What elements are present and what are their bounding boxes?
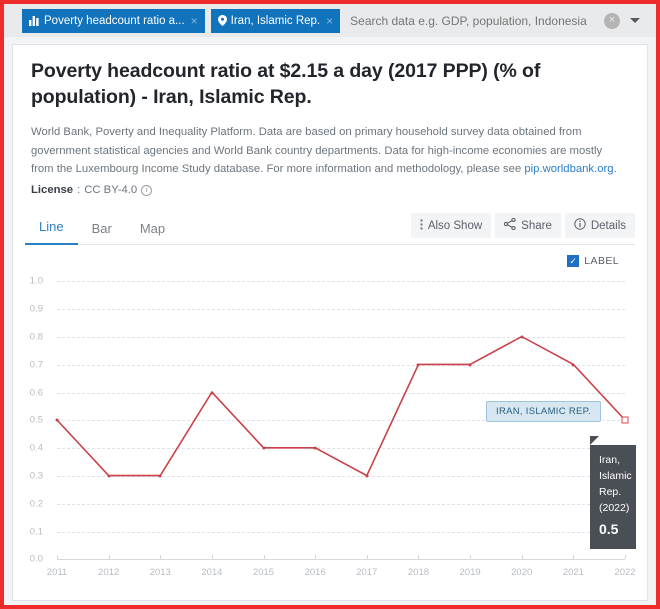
search-chip-country-close-icon[interactable]: ×: [320, 15, 338, 27]
line-chart-plot[interactable]: 0.0 0.1 0.2 0.3 0.4 0.5 0.6 0.7 0.8 0.9 1.0 2011 201…: [13, 273, 649, 583]
info-icon: [574, 218, 586, 233]
app-frame: Poverty headcount ratio a... × Iran, Isl…: [0, 0, 660, 609]
data-point[interactable]: [262, 446, 266, 450]
search-chip-indicator-label: Poverty headcount ratio a...: [44, 14, 185, 27]
source-description-tail: .: [613, 163, 617, 176]
license-info-icon[interactable]: i: [141, 184, 153, 196]
data-point[interactable]: [468, 363, 472, 367]
also-show-button[interactable]: Also Show: [410, 213, 492, 239]
share-label: Share: [521, 219, 552, 232]
data-point[interactable]: [158, 474, 162, 478]
license-value: CC BY-4.0: [84, 184, 138, 197]
page-title: Poverty headcount ratio at $2.15 a day (…: [31, 60, 541, 108]
data-point[interactable]: [210, 391, 214, 395]
content-card: Poverty headcount ratio at $2.15 a day (…: [12, 44, 648, 601]
tooltip-year: (2022): [599, 501, 630, 514]
tooltip-series-name: Iran, Islamic Rep.: [599, 454, 632, 498]
chart-toolbar: Also Show Share Details: [410, 213, 635, 244]
search-input[interactable]: [350, 13, 604, 28]
search-chip-indicator-close-icon[interactable]: ×: [185, 15, 203, 27]
series-label-callout[interactable]: IRAN, ISLAMIC REP.: [486, 401, 601, 423]
share-icon: [504, 218, 516, 233]
bar-chart-icon: [29, 15, 40, 26]
label-checkbox-text: LABEL: [584, 255, 619, 268]
tab-line[interactable]: Line: [25, 219, 78, 246]
location-pin-icon: [217, 15, 227, 26]
search-chip-country-label: Iran, Islamic Rep.: [230, 14, 321, 27]
also-show-label: Also Show: [427, 219, 483, 232]
label-toggle[interactable]: ✓ LABEL: [567, 255, 619, 268]
vertical-dots-icon: [420, 219, 423, 233]
highlighted-data-point[interactable]: [621, 416, 629, 424]
data-point[interactable]: [520, 335, 524, 339]
chart-tabs: Line Bar Map Also Show Share Details: [25, 210, 635, 246]
tooltip-arrow: [590, 436, 599, 446]
data-point[interactable]: [571, 363, 575, 367]
chevron-down-icon[interactable]: [630, 18, 640, 23]
clear-search-icon[interactable]: ×: [604, 12, 620, 29]
tab-map[interactable]: Map: [126, 221, 179, 245]
data-point[interactable]: [313, 446, 317, 450]
license-label: License: [31, 184, 74, 197]
source-description-text: World Bank, Poverty and Inequality Platf…: [31, 126, 603, 176]
search-bar: Poverty headcount ratio a... × Iran, Isl…: [4, 4, 656, 37]
series-line-iran: [56, 336, 626, 478]
source-description: World Bank, Poverty and Inequality Platf…: [13, 110, 647, 178]
license-separator: :: [77, 184, 81, 197]
chart-container: ✓ LABEL 0.0 0.1 0.2 0.3 0.4 0.5 0.6 0.7 0.8 0.9 1.…: [13, 251, 647, 591]
data-point[interactable]: [107, 474, 111, 478]
details-button[interactable]: Details: [564, 213, 635, 239]
source-link[interactable]: pip.worldbank.org: [524, 163, 613, 175]
tooltip-value: 0.5: [599, 521, 619, 538]
data-point[interactable]: [416, 363, 420, 367]
tab-bar[interactable]: Bar: [78, 221, 126, 245]
data-point[interactable]: [55, 418, 59, 422]
search-chip-indicator[interactable]: Poverty headcount ratio a... ×: [22, 8, 205, 33]
details-label: Details: [590, 219, 626, 232]
data-tooltip: Iran, Islamic Rep. (2022) 0.5: [590, 445, 636, 550]
label-checkbox[interactable]: ✓: [567, 255, 580, 268]
license-line: License : CC BY-4.0 i: [13, 178, 647, 196]
share-button[interactable]: Share: [495, 213, 561, 239]
search-chip-country[interactable]: Iran, Islamic Rep. ×: [210, 8, 341, 33]
data-point[interactable]: [365, 474, 369, 478]
